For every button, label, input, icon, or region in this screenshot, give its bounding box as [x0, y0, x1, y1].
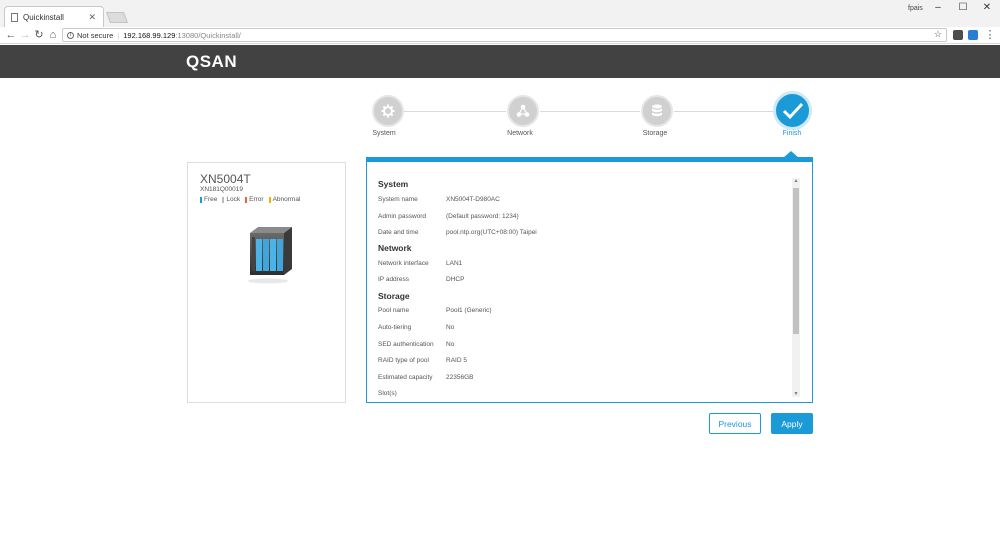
- forward-icon[interactable]: →: [18, 28, 32, 42]
- summary-key: Estimated capacity: [378, 374, 433, 381]
- tab-close-icon[interactable]: ✕: [88, 12, 96, 23]
- summary-key: System name: [378, 196, 418, 203]
- summary-value: 22356GB: [446, 374, 474, 381]
- summary-key: Auto-tiering: [378, 324, 412, 331]
- tab-title: Quickinstall: [23, 12, 64, 22]
- url-path: :13080/Quickinstall/: [175, 30, 241, 40]
- scroll-down-icon[interactable]: ▼: [792, 391, 800, 397]
- extension-icon[interactable]: [953, 30, 963, 40]
- summary-value: No: [446, 324, 455, 331]
- app-header: QSAN: [0, 45, 1000, 78]
- summary-panel[interactable]: System System name XN5004T-D980AC Admin …: [366, 157, 813, 403]
- device-model: XN5004T: [200, 172, 251, 186]
- summary-key: Network interface: [378, 260, 429, 267]
- step-storage: [641, 95, 673, 127]
- download-extension-icon[interactable]: [968, 30, 978, 40]
- summary-key: Date and time: [378, 229, 419, 236]
- previous-button[interactable]: Previous: [709, 413, 761, 434]
- reload-icon[interactable]: ↻: [32, 28, 46, 42]
- step-label-finish: Finish: [782, 130, 802, 137]
- summary-key: Admin password: [378, 213, 427, 220]
- stepper-line: [404, 111, 506, 112]
- maximize-icon[interactable]: ☐: [953, 2, 973, 16]
- step-finish: [773, 91, 812, 130]
- info-icon[interactable]: i: [67, 31, 74, 39]
- browser-toolbar: ← → ↻ ⌂ i Not secure | 192.168.99.129 :1…: [0, 27, 1000, 44]
- summary-value: (Default password: 1234): [446, 213, 519, 220]
- qsan-logo: QSAN: [186, 52, 238, 71]
- legend-item: Lock: [222, 196, 240, 203]
- device-serial: XN181Q00019: [200, 186, 244, 193]
- browser-user[interactable]: fpais: [908, 5, 923, 12]
- browser-menu-icon[interactable]: ⋮: [983, 28, 997, 42]
- summary-value: RAID 5: [446, 357, 467, 364]
- gear-icon: [381, 104, 395, 118]
- summary-key: IP address: [378, 276, 409, 283]
- checkmark-icon: [782, 102, 803, 119]
- summary-value: XN5004T-D980AC: [446, 196, 500, 203]
- legend-item: Abnormal: [268, 196, 300, 203]
- new-tab-button[interactable]: [105, 12, 129, 23]
- scrollbar-thumb[interactable]: [793, 188, 799, 334]
- home-icon[interactable]: ⌂: [46, 28, 60, 42]
- network-icon: [516, 104, 530, 117]
- summary-value: No: [446, 341, 455, 348]
- disk-status-legend: Free Lock Error Abnormal: [200, 196, 300, 203]
- legend-item: Error: [245, 196, 264, 203]
- bookmark-star-icon[interactable]: ☆: [934, 29, 942, 40]
- summary-scrollbar[interactable]: ▲ ▼: [792, 178, 800, 397]
- apply-button[interactable]: Apply: [771, 413, 813, 434]
- stepper-line: [540, 111, 640, 112]
- scroll-up-icon[interactable]: ▲: [792, 178, 800, 184]
- browser-tab[interactable]: Quickinstall ✕: [4, 6, 104, 27]
- back-icon[interactable]: ←: [4, 28, 18, 42]
- summary-value: DHCP: [446, 276, 465, 283]
- url-host: 192.168.99.129: [123, 30, 176, 40]
- window-close-icon[interactable]: ✕: [977, 2, 997, 16]
- security-label: Not secure: [77, 30, 114, 40]
- minimize-icon[interactable]: –: [928, 2, 948, 16]
- step-label-network: Network: [507, 130, 533, 137]
- device-card: XN5004T XN181Q00019 Free Lock Error Abno…: [187, 162, 346, 403]
- section-heading-system: System: [378, 179, 409, 189]
- summary-value: pool.ntp.org(UTC+08:00) Taipei: [446, 229, 537, 236]
- step-label-system: System: [372, 130, 396, 137]
- summary-key: Slot(s): [378, 390, 397, 397]
- section-heading-storage: Storage: [378, 291, 410, 301]
- step-system: [372, 95, 404, 127]
- address-bar[interactable]: i Not secure | 192.168.99.129 :13080/Qui…: [62, 28, 947, 42]
- legend-item: Free: [200, 196, 217, 203]
- stepper-line: [674, 111, 774, 112]
- section-heading-network: Network: [378, 243, 412, 253]
- database-icon: [652, 104, 662, 117]
- summary-key: Pool name: [378, 307, 410, 314]
- summary-key: SED authentication: [378, 341, 434, 348]
- document-icon: [11, 12, 18, 22]
- step-label-storage: Storage: [642, 130, 668, 137]
- nas-device-image: [248, 227, 292, 284]
- step-network: [507, 95, 539, 127]
- summary-value: Pool1 (Generic): [446, 307, 492, 314]
- summary-key: RAID type of pool: [378, 357, 429, 364]
- summary-value: LAN1: [446, 260, 463, 267]
- browser-titlebar: Quickinstall ✕ fpais – ☐ ✕: [0, 0, 1000, 27]
